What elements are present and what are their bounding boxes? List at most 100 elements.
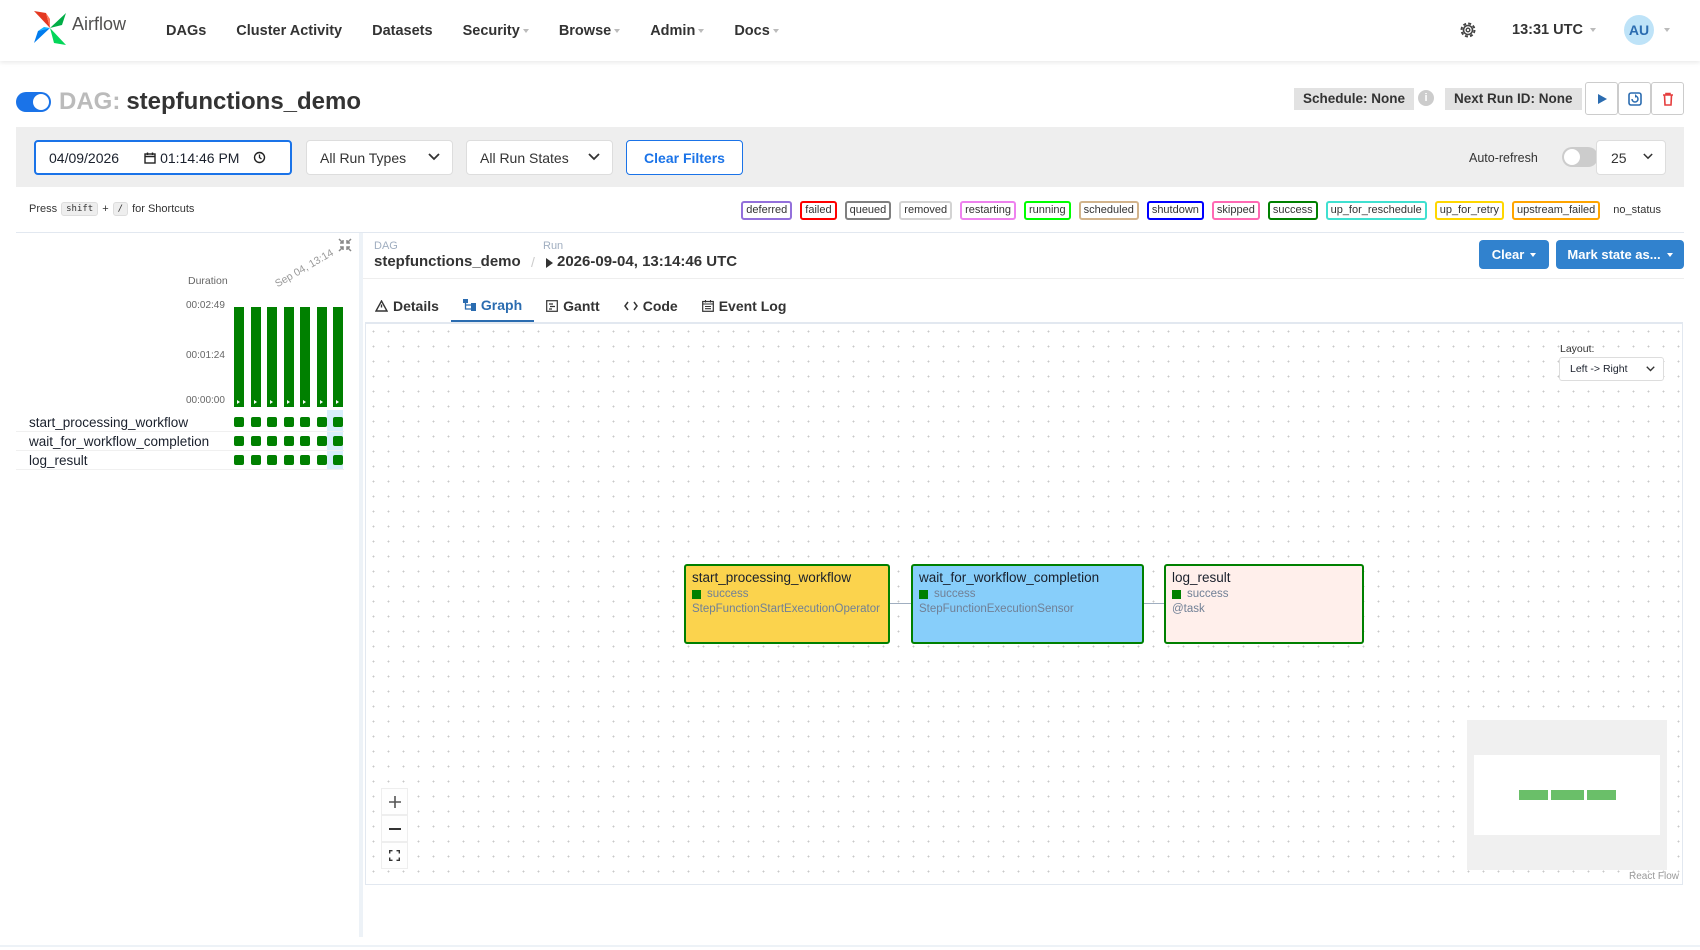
graph-node[interactable]: start_processing_workflow success StepFu…: [684, 564, 890, 644]
node-state-label: success: [934, 588, 976, 600]
zoom-out-button[interactable]: [381, 815, 408, 842]
brand-name: Airflow: [72, 13, 127, 34]
run-type-icon: [270, 400, 273, 404]
user-avatar[interactable]: AU: [1624, 15, 1654, 45]
schedule-badge: Schedule: None: [1294, 88, 1415, 110]
task-instance-square[interactable]: [333, 455, 343, 465]
nav-cluster-activity[interactable]: Cluster Activity: [236, 23, 342, 39]
legend-scheduled[interactable]: scheduled: [1078, 201, 1139, 220]
task-instance-square[interactable]: [267, 455, 277, 465]
collapse-icon[interactable]: [337, 237, 353, 253]
utc-time-dropdown[interactable]: 13:31 UTC: [1512, 22, 1596, 38]
base-date-input[interactable]: 04/09/2026 01:14:46 PM: [34, 140, 292, 175]
tab-graph[interactable]: Graph: [450, 290, 535, 322]
task-instance-square[interactable]: [300, 455, 310, 465]
auto-refresh-switch[interactable]: [1562, 147, 1598, 167]
dag-header: DAG: stepfunctions_demo: [16, 88, 361, 116]
nav-link-label: DAGs: [166, 22, 207, 39]
dag-title: stepfunctions_demo: [126, 88, 362, 115]
task-instance-square[interactable]: [250, 417, 261, 427]
clear-button[interactable]: Clear: [1479, 240, 1549, 269]
legend-failed[interactable]: failed: [800, 201, 837, 220]
task-row[interactable]: log_result: [16, 451, 344, 470]
nav-datasets[interactable]: Datasets: [372, 23, 432, 39]
tab-code[interactable]: Code: [612, 290, 690, 322]
duration-bar[interactable]: [316, 307, 327, 407]
zoom-in-button[interactable]: [381, 788, 408, 815]
duration-bar[interactable]: [250, 307, 261, 407]
task-instance-square[interactable]: [300, 436, 310, 446]
task-instance-square[interactable]: [333, 436, 343, 446]
duration-bar[interactable]: [267, 307, 277, 407]
task-instance-square[interactable]: [283, 455, 294, 465]
graph-node[interactable]: wait_for_workflow_completion success Ste…: [911, 564, 1144, 644]
info-icon[interactable]: i: [1418, 90, 1434, 106]
task-instance-square[interactable]: [316, 455, 327, 465]
parse-dag-button[interactable]: [1618, 82, 1651, 115]
task-instance-square[interactable]: [316, 417, 327, 427]
legend-success[interactable]: success: [1267, 201, 1318, 220]
duration-bar[interactable]: [283, 307, 294, 407]
legend-up-for-reschedule[interactable]: up_for_reschedule: [1325, 201, 1427, 220]
trigger-dag-button[interactable]: [1585, 82, 1618, 115]
fit-view-button[interactable]: [381, 842, 408, 869]
task-instance-square[interactable]: [300, 417, 310, 427]
task-instance-square[interactable]: [283, 436, 294, 446]
legend-no-status[interactable]: no_status: [1608, 201, 1666, 220]
run-states-select[interactable]: All Run States: [466, 140, 613, 175]
calendar-icon[interactable]: [144, 152, 156, 164]
next-run-badge: Next Run ID: None: [1445, 88, 1582, 110]
nav-security[interactable]: Security: [463, 23, 529, 39]
legend-skipped[interactable]: skipped: [1211, 201, 1260, 220]
tab-details[interactable]: Details: [363, 290, 451, 322]
task-instance-square[interactable]: [267, 436, 277, 446]
layout-select[interactable]: Left -> Right: [1559, 357, 1664, 381]
nav-admin[interactable]: Admin: [650, 23, 705, 39]
page-size-select[interactable]: 25: [1596, 140, 1666, 175]
duration-bar[interactable]: [300, 307, 310, 407]
legend-up-for-retry[interactable]: up_for_retry: [1434, 201, 1505, 220]
task-instance-square[interactable]: [250, 455, 261, 465]
legend-restarting[interactable]: restarting: [960, 201, 1016, 220]
dag-pause-toggle[interactable]: [16, 92, 51, 112]
airflow-logo[interactable]: Airflow: [32, 9, 126, 47]
task-row[interactable]: wait_for_workflow_completion: [16, 432, 344, 451]
graph-node[interactable]: log_result success @task: [1164, 564, 1364, 644]
duration-bar[interactable]: [333, 307, 343, 407]
legend-queued[interactable]: queued: [844, 201, 892, 220]
legend-deferred[interactable]: deferred: [741, 201, 793, 220]
legend-upstream-failed[interactable]: upstream_failed: [1512, 201, 1601, 220]
task-instance-square[interactable]: [333, 417, 343, 427]
legend-running[interactable]: running: [1023, 201, 1071, 220]
caret-down-icon: [1530, 252, 1537, 257]
nav-browse[interactable]: Browse: [559, 23, 621, 39]
breadcrumb-run[interactable]: 2026-09-04, 13:14:46 UTC: [557, 253, 737, 270]
tab-gantt[interactable]: Gantt: [534, 290, 612, 322]
clock-icon[interactable]: [253, 151, 266, 164]
task-instance-square[interactable]: [250, 436, 261, 446]
breadcrumb-dag[interactable]: stepfunctions_demo: [374, 253, 521, 270]
task-instance-square[interactable]: [234, 436, 244, 446]
nav-docs[interactable]: Docs: [734, 23, 779, 39]
task-instance-square[interactable]: [283, 417, 294, 427]
tab-event-log[interactable]: Event Log: [690, 290, 799, 322]
react-flow-attribution[interactable]: React Flow: [1629, 871, 1679, 882]
gear-icon[interactable]: [1458, 20, 1478, 40]
task-instance-square[interactable]: [267, 417, 277, 427]
task-instance-square[interactable]: [234, 455, 244, 465]
legend-removed[interactable]: removed: [899, 201, 953, 220]
clear-filters-button[interactable]: Clear Filters: [626, 140, 743, 175]
task-instance-square[interactable]: [234, 417, 244, 427]
legend-shutdown[interactable]: shutdown: [1146, 201, 1204, 220]
panel-resize-handle[interactable]: [359, 233, 363, 937]
nav-dags[interactable]: DAGs: [166, 23, 206, 39]
delete-dag-button[interactable]: [1651, 82, 1684, 115]
mark-state-button[interactable]: Mark state as...: [1556, 240, 1684, 269]
fit-view-icon: [389, 850, 400, 861]
date-value: 04/09/2026: [49, 149, 120, 166]
run-types-select[interactable]: All Run Types: [306, 140, 453, 175]
task-instance-square[interactable]: [316, 436, 327, 446]
run-type-icon: [253, 400, 257, 404]
duration-bar[interactable]: [234, 307, 244, 407]
task-row[interactable]: start_processing_workflow: [16, 413, 344, 432]
